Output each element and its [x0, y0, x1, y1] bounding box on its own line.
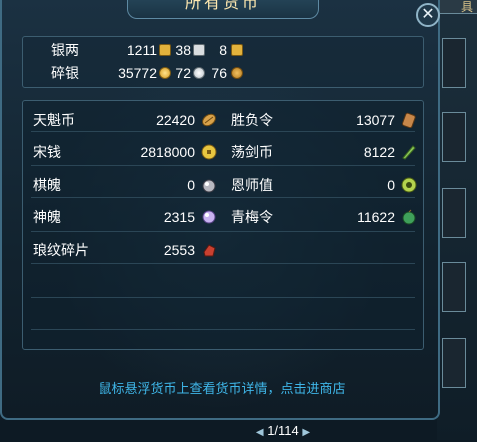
broken-silver-mid: 72 — [175, 65, 191, 81]
silver-value-mid: 38 — [175, 42, 191, 58]
broken-silver-label: 碎银 — [51, 65, 79, 81]
currency-name: 棋魄 — [33, 177, 61, 193]
currency-value: 0 — [387, 177, 395, 193]
currency-name: 天魁币 — [33, 112, 75, 128]
currency-name: 荡剑币 — [231, 144, 273, 160]
tiankui-coin-icon — [202, 113, 216, 127]
background-card — [442, 338, 466, 388]
silver-coin-icon — [193, 67, 205, 79]
row-divider — [31, 263, 415, 264]
background-card — [442, 262, 466, 312]
shenpo-icon — [202, 210, 216, 224]
currency-item-shengfu[interactable]: 胜负令 13077 — [231, 109, 421, 131]
copper-coin-icon — [231, 67, 243, 79]
background-card — [442, 188, 466, 238]
currency-value: 22420 — [156, 112, 195, 128]
window-title: 所有货币 — [127, 0, 319, 19]
silver-value-large: 1211 — [126, 42, 157, 58]
currency-value: 8122 — [363, 144, 395, 160]
next-page-icon[interactable]: ▶ — [302, 427, 310, 438]
currency-item-dangjian[interactable]: 荡剑币 8122 — [231, 141, 421, 163]
background-card — [442, 112, 466, 162]
row-divider — [31, 329, 415, 330]
silver-value-small: 8 — [219, 42, 227, 58]
silver-label: 银两 — [51, 42, 79, 58]
langwen-shard-icon — [203, 244, 216, 257]
currency-list: 天魁币 22420 胜负令 13077 宋钱 2818000 荡剑币 8122 … — [22, 100, 424, 350]
currency-name: 青梅令 — [231, 209, 273, 225]
dangjian-coin-icon — [402, 145, 416, 160]
enshi-icon — [401, 177, 417, 193]
currency-name: 神魄 — [33, 209, 61, 225]
close-icon: ✕ — [421, 6, 435, 23]
currency-window: 所有货币 ✕ 银两 1211 38 8 碎银 35772 72 76 天魁币 2… — [0, 0, 440, 420]
currency-name: 胜负令 — [231, 112, 273, 128]
pagination: ◀ 1/114 ▶ — [243, 422, 323, 440]
currency-name: 恩师值 — [231, 177, 273, 193]
row-divider — [31, 297, 415, 298]
song-coin-icon — [201, 144, 217, 160]
broken-silver-small: 76 — [211, 65, 227, 81]
row-divider — [31, 131, 415, 132]
prev-page-icon[interactable]: ◀ — [256, 427, 264, 438]
currency-item-enshi[interactable]: 恩师值 0 — [231, 174, 421, 196]
currency-value: 13077 — [356, 112, 395, 128]
currency-item-tiankui[interactable]: 天魁币 22420 — [33, 109, 223, 131]
currency-item-qingmei[interactable]: 青梅令 11622 — [231, 206, 421, 228]
silver-section: 银两 1211 38 8 碎银 35772 72 76 — [22, 36, 424, 88]
currency-item-songqian[interactable]: 宋钱 2818000 — [33, 141, 223, 163]
side-tab[interactable]: 具 — [440, 0, 477, 14]
broken-silver-large: 35772 — [118, 65, 157, 81]
currency-name: 宋钱 — [33, 144, 61, 160]
currency-name: 琅纹碎片 — [33, 242, 89, 258]
currency-item-qipo[interactable]: 棋魄 0 — [33, 174, 223, 196]
currency-item-shenpo[interactable]: 神魄 2315 — [33, 206, 223, 228]
currency-value: 2553 — [163, 242, 195, 258]
close-button[interactable]: ✕ — [416, 3, 440, 27]
page-indicator: 1/114 — [267, 423, 299, 438]
row-divider — [31, 165, 415, 166]
row-divider — [31, 197, 415, 198]
qingmei-token-icon — [402, 209, 416, 225]
currency-value: 0 — [187, 177, 195, 193]
currency-value: 11622 — [357, 209, 395, 225]
qipo-icon — [202, 179, 216, 193]
currency-value: 2315 — [163, 209, 195, 225]
currency-item-langwen[interactable]: 琅纹碎片 2553 — [33, 239, 223, 261]
copper-ingot-icon — [231, 44, 243, 56]
background-card — [442, 38, 466, 88]
currency-value: 2818000 — [140, 144, 195, 160]
shop-hint: 鼠标悬浮货币上查看货币详情，点击进商店 — [98, 381, 346, 396]
gold-ingot-icon — [159, 44, 171, 56]
shengfu-token-icon — [401, 112, 416, 128]
row-divider — [31, 231, 415, 232]
gold-coin-icon — [159, 67, 171, 79]
silver-ingot-icon — [193, 44, 205, 56]
